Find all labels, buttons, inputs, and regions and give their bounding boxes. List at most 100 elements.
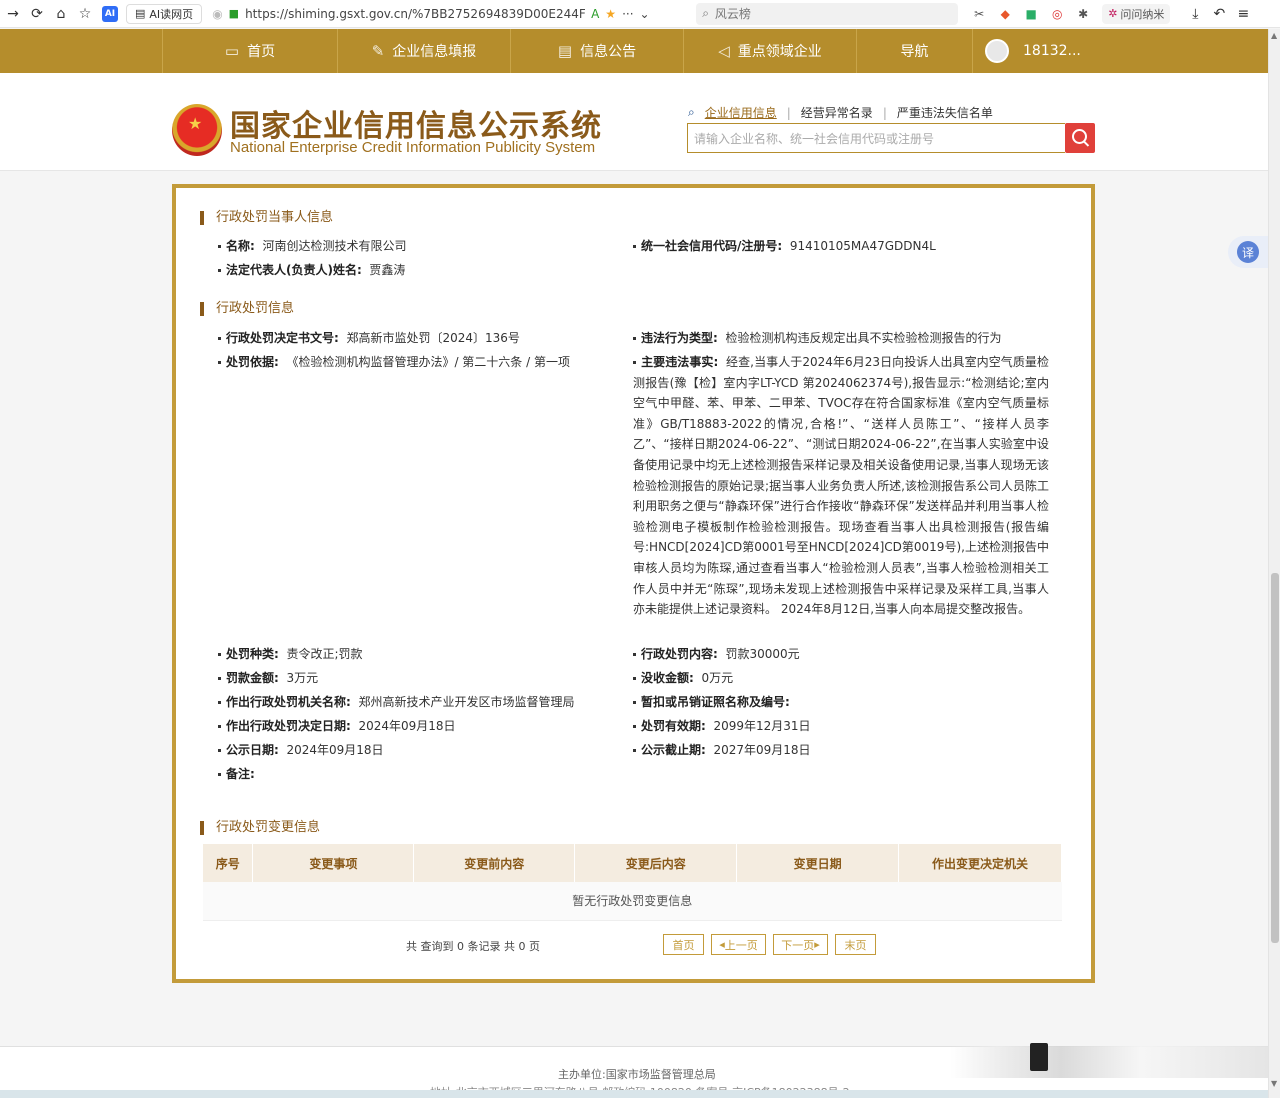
user-menu[interactable]: 18132...	[972, 29, 1092, 73]
nav-key-enterprises[interactable]: ◁ 重点领域企业	[683, 29, 856, 73]
enterprise-search-input[interactable]: 请输入企业名称、统一社会信用代码或注册号	[687, 123, 1065, 153]
avatar	[985, 39, 1009, 63]
publish-end-value: 2027年09月18日	[713, 743, 811, 757]
empty-message: 暂无行政处罚变更信息	[203, 882, 1062, 921]
scrollbar[interactable]: ▲ ▼	[1268, 29, 1280, 1098]
facts-label: 主要违法事实:	[641, 355, 719, 369]
legal-rep-label: 法定代表人(负责人)姓名:	[226, 263, 362, 277]
chevron-down-icon[interactable]: ⌄	[640, 7, 650, 21]
credit-code-label: 统一社会信用代码/注册号:	[641, 239, 783, 253]
doc-number-label: 行政处罚决定书文号:	[226, 331, 339, 345]
prev-page-button[interactable]: ◂ 上一页	[711, 934, 766, 955]
home-icon[interactable]: ⌂	[50, 3, 72, 25]
wenwen-label: 问问纳米	[1120, 7, 1165, 21]
basis-value: 《检验检测机构监督管理办法》/ 第二十六条 / 第一项	[286, 355, 570, 369]
bookmark-star-icon[interactable]: ★	[605, 7, 616, 21]
nav-navigation[interactable]: 导航	[856, 29, 972, 73]
publish-end-label: 公示截止期:	[641, 743, 706, 757]
national-emblem-icon: ★	[172, 104, 222, 156]
menu-icon[interactable]: ≡	[1232, 3, 1254, 25]
document-icon: ▤	[135, 7, 146, 20]
authority-value: 郑州高新技术产业开发区市场监督管理局	[358, 695, 575, 709]
first-page-button[interactable]: 首页	[663, 934, 704, 955]
fine-label: 罚款金额:	[226, 671, 279, 685]
top-nav: ▭ 首页 ✎ 企业信息填报 ▤ 信息公告 ◁ 重点领域企业 导航 18132..…	[0, 29, 1268, 73]
tab-abnormal-list[interactable]: 经营异常名录	[801, 104, 873, 121]
table-header-row: 序号 变更事项 变更前内容 变更后内容 变更日期 作出变更决定机关	[203, 844, 1062, 882]
tab-blacklist[interactable]: 严重违法失信名单	[897, 104, 993, 121]
undo-icon[interactable]: ↶	[1208, 3, 1230, 25]
taskbar	[0, 1090, 1268, 1098]
translate-icon: 译	[1237, 241, 1259, 263]
section-title-penalty: 行政处罚信息	[200, 302, 294, 316]
publish-label: 公示日期:	[226, 743, 279, 757]
scroll-up-icon[interactable]: ▲	[1271, 31, 1277, 40]
next-page-button[interactable]: 下一页 ▸	[773, 934, 828, 955]
document-icon: ▤	[557, 42, 573, 60]
wechat-icon[interactable]: ■	[1022, 5, 1040, 23]
section-title-party: 行政处罚当事人信息	[200, 211, 333, 225]
authority-label: 作出行政处罚机关名称:	[226, 695, 351, 709]
party-name-value: 河南创达检测技术有限公司	[262, 239, 407, 253]
lock-icon: ■	[228, 7, 240, 20]
scrollbar-thumb[interactable]	[1271, 573, 1279, 943]
legal-rep-value: 贾鑫涛	[369, 263, 406, 277]
ai-icon[interactable]: AI	[102, 5, 118, 22]
valid-value: 2099年12月31日	[713, 719, 811, 733]
doc-number-value: 郑高新市监处罚〔2024〕136号	[346, 331, 520, 345]
puzzle-icon[interactable]: ✱	[1074, 5, 1092, 23]
license-label: 暂扣或吊销证照名称及编号:	[641, 695, 790, 709]
content-value: 罚款30000元	[725, 647, 800, 661]
divider: |	[786, 105, 791, 120]
scissors-icon[interactable]: ✂	[970, 5, 988, 23]
basis-row: 处罚依据: 《检验检测机构监督管理办法》/ 第二十六条 / 第一项	[218, 352, 570, 372]
kind-label: 处罚种类:	[226, 647, 279, 661]
translate-button[interactable]: 译	[1228, 236, 1268, 268]
security-icon[interactable]: ◎	[1048, 5, 1066, 23]
violation-type-row: 违法行为类型: 检验检测机构违反规定出具不实检验检测报告的行为	[633, 328, 1001, 348]
address-url[interactable]: https://shiming.gsxt.gov.cn/%7BB27526948…	[245, 7, 585, 21]
forward-icon[interactable]: →	[2, 3, 24, 25]
publish-row: 公示日期: 2024年09月18日	[218, 740, 384, 760]
kind-value: 责令改正;罚款	[286, 647, 363, 661]
extensions: ✂ ◆ ■ ◎ ✱	[970, 5, 1092, 23]
nav-announcement-label: 信息公告	[580, 44, 637, 60]
site-header: ★ 国家企业信用信息公示系统 National Enterprise Credi…	[0, 73, 1268, 171]
fine-value: 3万元	[286, 671, 319, 685]
wenwen-button[interactable]: ✲ 问问纳米	[1102, 3, 1171, 24]
decision-date-value: 2024年09月18日	[358, 719, 456, 733]
ai-read-tab[interactable]: ▤ AI读网页	[126, 3, 203, 24]
tab-credit-info[interactable]: 企业信用信息	[705, 104, 777, 121]
confiscate-label: 没收金额:	[641, 671, 694, 685]
address-bar[interactable]: ◉ ■ https://shiming.gsxt.gov.cn/%7BB2752…	[212, 3, 682, 25]
license-row: 暂扣或吊销证照名称及编号:	[633, 692, 797, 712]
content-row: 行政处罚内容: 罚款30000元	[633, 644, 800, 664]
nav-announcement[interactable]: ▤ 信息公告	[510, 29, 683, 73]
game-icon[interactable]: ◆	[996, 5, 1014, 23]
facts-block: 主要违法事实: 经查,当事人于2024年6月23日向投诉人出具室内空气质量检测报…	[633, 352, 1049, 620]
favorites-icon[interactable]: ☆	[74, 3, 96, 25]
ai-read-label: AI读网页	[149, 7, 194, 21]
footer-sponsor: 主办单位:国家市场监督管理总局	[558, 1068, 716, 1081]
fine-row: 罚款金额: 3万元	[218, 668, 318, 688]
read-aloud-icon[interactable]: A	[591, 7, 599, 21]
search-icon: ⌕	[688, 105, 695, 119]
remark-row: 备注:	[218, 764, 262, 784]
search-button[interactable]	[1065, 123, 1095, 153]
more-icon[interactable]: ···	[622, 7, 633, 21]
last-page-button[interactable]: 末页	[835, 934, 876, 955]
nav-enterprise-report[interactable]: ✎ 企业信息填报	[337, 29, 510, 73]
valid-label: 处罚有效期:	[641, 719, 706, 733]
reload-icon[interactable]: ⟳	[26, 3, 48, 25]
pagination: 首页 ◂ 上一页 下一页 ▸ 末页	[663, 934, 876, 955]
authority-row: 作出行政处罚机关名称: 郑州高新技术产业开发区市场监督管理局	[218, 692, 574, 712]
user-label: 18132...	[1023, 43, 1081, 59]
kind-row: 处罚种类: 责令改正;罚款	[218, 644, 363, 664]
valid-row: 处罚有效期: 2099年12月31日	[633, 716, 811, 736]
next-page-label: 下一页	[781, 938, 815, 952]
nav-home[interactable]: ▭ 首页	[162, 29, 337, 73]
download-icon[interactable]: ⤓	[1184, 3, 1206, 25]
logo-title-en: National Enterprise Credit Information P…	[230, 139, 596, 156]
scroll-down-icon[interactable]: ▼	[1271, 1079, 1277, 1088]
browser-search[interactable]: ⌕ 风云榜	[696, 2, 959, 25]
